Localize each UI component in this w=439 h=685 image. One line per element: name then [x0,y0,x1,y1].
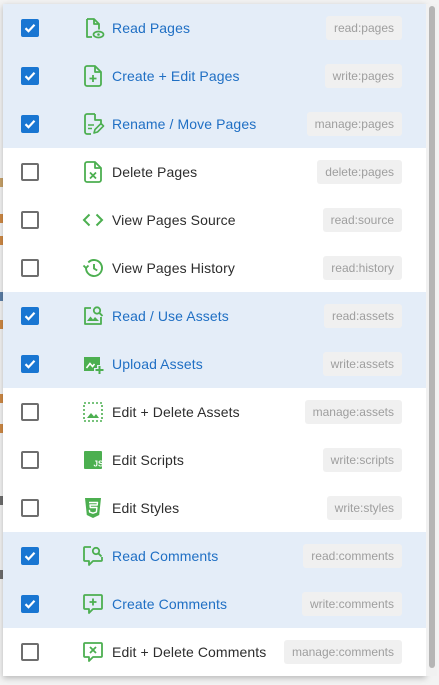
scope-chip: read:source [322,208,402,232]
permission-row-edit-scripts[interactable]: JS Edit Scripts write:scripts [3,436,426,484]
scope-chip: delete:pages [317,160,402,184]
scope-chip: manage:assets [304,400,402,424]
checkbox-unchecked[interactable] [21,403,39,421]
css3-icon [81,496,105,520]
scope-chip: read:pages [325,16,402,40]
permission-label: Edit + Delete Assets [112,404,240,420]
permission-row-create-comments[interactable]: Create Comments write:comments [3,580,426,628]
permission-label: Create Comments [112,596,228,612]
file-plus-icon [81,64,105,88]
permission-row-edit-delete-comments[interactable]: Edit + Delete Comments manage:comments [3,628,426,676]
checkbox-unchecked[interactable] [21,211,39,229]
permission-row-view-pages-source[interactable]: View Pages Source read:source [3,196,426,244]
permission-label: Delete Pages [112,164,198,180]
checkbox-unchecked[interactable] [21,499,39,517]
image-plus-icon [81,352,105,376]
permission-row-read-use-assets[interactable]: Read / Use Assets read:assets [3,292,426,340]
scope-chip: write:assets [322,352,402,376]
permission-label: Read Pages [112,20,191,36]
history-icon [81,256,105,280]
checkbox-unchecked[interactable] [21,451,39,469]
checkbox-checked[interactable] [21,547,39,565]
permission-row-view-pages-history[interactable]: View Pages History read:history [3,244,426,292]
checkbox-checked[interactable] [21,115,39,133]
file-remove-icon [81,160,105,184]
scope-chip: manage:comments [283,640,402,664]
scope-chip: read:comments [303,544,402,568]
comment-search-icon [81,544,105,568]
image-frame-icon [81,400,105,424]
scrollbar-thumb[interactable] [429,6,435,668]
permission-label: Edit Styles [112,500,180,516]
javascript-icon: JS [81,448,105,472]
permission-row-rename-move-pages[interactable]: Rename / Move Pages manage:pages [3,100,426,148]
scope-chip: manage:pages [306,112,402,136]
permission-label: Upload Assets [112,356,203,372]
permissions-list: Read Pages read:pages Create + Edit Pages w… [3,4,426,676]
code-brackets-icon [81,208,105,232]
svg-text:JS: JS [94,460,104,469]
checkbox-checked[interactable] [21,355,39,373]
permission-label: View Pages Source [112,212,236,228]
comment-plus-icon [81,592,105,616]
permission-label: Edit Scripts [112,452,184,468]
permissions-menu: Read Pages read:pages Create + Edit Pages w… [3,4,426,676]
permission-label: Read Comments [112,548,219,564]
checkbox-checked[interactable] [21,67,39,85]
scope-chip: write:scripts [322,448,402,472]
image-search-icon [81,304,105,328]
comment-remove-icon [81,640,105,664]
checkbox-checked[interactable] [21,19,39,37]
permission-label: Edit + Delete Comments [112,644,267,660]
permission-row-delete-pages[interactable]: Delete Pages delete:pages [3,148,426,196]
permission-row-edit-styles[interactable]: Edit Styles write:styles [3,484,426,532]
permission-row-edit-delete-assets[interactable]: Edit + Delete Assets manage:assets [3,388,426,436]
file-edit-icon [81,112,105,136]
file-eye-icon [81,16,105,40]
scope-chip: write:styles [326,496,402,520]
permission-label: Read / Use Assets [112,308,229,324]
permission-label: Create + Edit Pages [112,68,240,84]
permission-label: Rename / Move Pages [112,116,257,132]
scope-chip: read:history [323,256,402,280]
permission-row-read-comments[interactable]: Read Comments read:comments [3,532,426,580]
checkbox-unchecked[interactable] [21,259,39,277]
permission-row-create-edit-pages[interactable]: Create + Edit Pages write:pages [3,52,426,100]
checkbox-unchecked[interactable] [21,643,39,661]
scope-chip: read:assets [323,304,402,328]
scope-chip: write:pages [324,64,402,88]
checkbox-unchecked[interactable] [21,163,39,181]
permission-row-read-pages[interactable]: Read Pages read:pages [3,4,426,52]
scope-chip: write:comments [301,592,402,616]
permission-label: View Pages History [112,260,235,276]
permission-row-upload-assets[interactable]: Upload Assets write:assets [3,340,426,388]
checkbox-checked[interactable] [21,595,39,613]
checkbox-checked[interactable] [21,307,39,325]
